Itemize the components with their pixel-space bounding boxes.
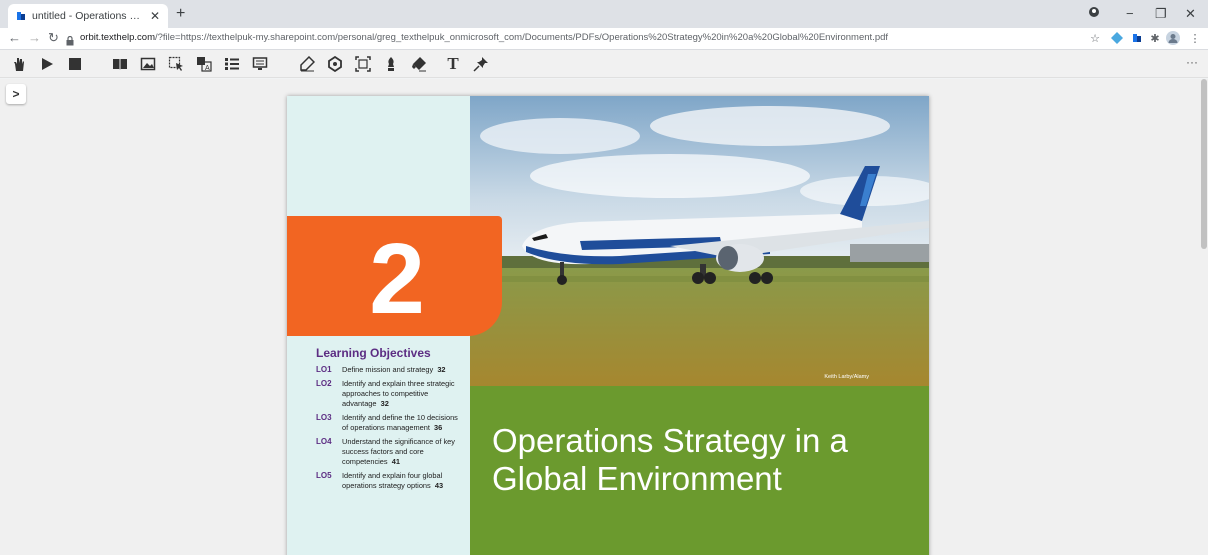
objective-page: 43 [434, 481, 444, 490]
scrollbar-thumb[interactable] [1201, 79, 1207, 249]
learning-objectives-heading: Learning Objectives [316, 346, 431, 360]
avatar[interactable] [1166, 31, 1180, 45]
objective-code: LO2 [316, 379, 332, 388]
new-tab-button[interactable]: + [176, 5, 185, 23]
screenshot-icon[interactable] [354, 55, 372, 73]
airplane-photo: Keith Larby/Alamy [470, 96, 929, 386]
objective-text: Identify and explain four global operati… [342, 471, 466, 491]
objective-page: 41 [391, 457, 400, 466]
bookmark-star-icon[interactable]: ☆ [1088, 31, 1102, 45]
tab-title: untitled - Operations Strategy in [32, 10, 146, 22]
reload-icon[interactable]: ↻ [48, 30, 59, 46]
objective-page: 32 [380, 399, 389, 408]
hand-icon[interactable] [10, 55, 28, 73]
scrollbar[interactable] [1200, 79, 1208, 555]
objective-description: Identify and explain four global operati… [342, 471, 443, 490]
texthelp-favicon-icon [16, 11, 26, 21]
texthelp-extension-icon[interactable] [1130, 31, 1144, 45]
title-panel: Operations Strategy in a Global Environm… [470, 386, 929, 555]
learning-objectives-list: LO1 Define mission and strategy 32 LO2 I… [316, 365, 466, 495]
highlighter-icon[interactable] [298, 55, 316, 73]
photo-credit: Keith Larby/Alamy [824, 374, 869, 380]
pdf-viewer: > Keith Larby/Alamy Operations Strategy … [0, 79, 1208, 555]
select-icon[interactable] [167, 55, 185, 73]
book-icon[interactable] [111, 55, 129, 73]
url-field[interactable]: orbit.texthelp.com/?file=https://texthel… [80, 32, 888, 43]
objective-text: Understand the significance of key succe… [342, 437, 466, 467]
close-window-button[interactable]: ✕ [1185, 6, 1196, 22]
objective-text: Define mission and strategy 32 [342, 365, 446, 375]
list-item: LO5 Identify and explain four global ope… [316, 471, 466, 491]
reader-toolbar: A T ··· [0, 50, 1208, 78]
objective-code: LO1 [316, 365, 332, 374]
pin-icon[interactable] [472, 55, 490, 73]
book-title: Operations Strategy in a Global Environm… [492, 422, 848, 497]
sidebar-toggle-button[interactable]: > [6, 84, 26, 104]
tab-close-icon[interactable]: ✕ [150, 9, 160, 23]
text-icon[interactable]: T [444, 54, 462, 73]
extension-diamond-icon[interactable] [1110, 31, 1124, 45]
objective-text: Identify and define the 10 decisions of … [342, 413, 466, 433]
address-bar: ← → ↻ orbit.texthelp.com/?file=https://t… [0, 28, 1208, 50]
text-select-icon[interactable]: A [195, 55, 213, 73]
restore-button[interactable]: ❐ [1155, 6, 1167, 22]
image-icon[interactable] [139, 55, 157, 73]
objective-code: LO3 [316, 413, 332, 422]
settings-icon[interactable] [326, 55, 344, 73]
objective-code: LO5 [316, 471, 332, 480]
browser-menu-icon[interactable]: ⋮ [1188, 31, 1202, 45]
list-icon[interactable] [223, 55, 241, 73]
browser-tab[interactable]: untitled - Operations Strategy in ✕ [8, 4, 168, 28]
play-icon[interactable] [38, 55, 56, 73]
objective-description: Define mission and strategy [342, 365, 434, 374]
toolbar-more-icon[interactable]: ··· [1186, 55, 1198, 69]
tab-strip: untitled - Operations Strategy in ✕ + − … [0, 0, 1208, 28]
list-item: LO4 Understand the significance of key s… [316, 437, 466, 467]
screen-icon[interactable] [251, 55, 269, 73]
svg-text:A: A [205, 65, 210, 72]
url-path: /?file=https://texthelpuk-my.sharepoint.… [154, 32, 889, 43]
list-item: LO1 Define mission and strategy 32 [316, 365, 466, 375]
pdf-page: Keith Larby/Alamy Operations Strategy in… [287, 96, 929, 555]
objective-text: Identify and explain three strategic app… [342, 379, 466, 409]
minimize-button[interactable]: − [1126, 6, 1134, 21]
chapter-number: 2 [369, 223, 425, 335]
extensions-puzzle-icon[interactable]: ✱ [1148, 31, 1162, 45]
forward-icon[interactable]: → [28, 30, 41, 45]
objective-code: LO4 [316, 437, 332, 446]
objective-page: 36 [434, 423, 443, 432]
list-item: LO3 Identify and define the 10 decisions… [316, 413, 466, 433]
eraser-icon[interactable] [410, 55, 428, 73]
list-item: LO2 Identify and explain three strategic… [316, 379, 466, 409]
objective-page: 32 [437, 365, 446, 374]
lock-icon [66, 33, 74, 46]
url-domain: orbit.texthelp.com [80, 32, 155, 43]
pen-icon[interactable] [382, 55, 400, 73]
back-icon[interactable]: ← [8, 30, 21, 45]
chapter-badge: 2 [287, 216, 502, 336]
stop-icon[interactable] [66, 55, 84, 73]
profile-icon[interactable] [1088, 6, 1100, 21]
objective-description: Identify and explain three strategic app… [342, 379, 455, 408]
